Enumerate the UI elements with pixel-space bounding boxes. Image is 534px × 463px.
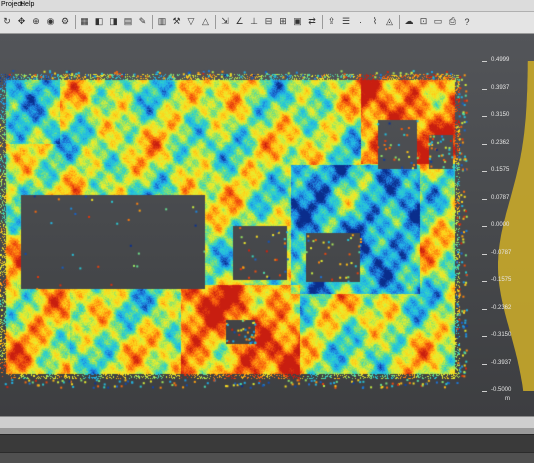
scale-tick-label: 0.0000 [491,222,510,228]
zoom-icon[interactable]: ⊕ [30,15,42,28]
scale-tick-label: 0.4999 [491,57,510,63]
viewport-3d[interactable]: 0.4999 0.3937 0.3150 0.2362 0.1575 0.0787 0.00… [0,34,534,416]
scale-tick-label: -0.2362 [491,304,512,311]
pan-icon[interactable]: ✥ [16,15,28,28]
settings-icon[interactable]: ⚙ [59,15,71,28]
scale-tick-label: -0.1575 [491,277,512,283]
scale-tick-label: 0.0787 [491,194,510,201]
scale-tick-label: 0.1575 [491,167,510,173]
scale-tick-mark [482,391,487,392]
scale-tick-mark [482,116,487,117]
scale-tick-mark [482,363,487,365]
scale-tick-label: 0.3937 [491,84,510,91]
console-panel [0,434,534,453]
angle-icon[interactable]: ∠ [234,15,246,28]
measure-icon[interactable]: △ [200,15,212,28]
scale-tick-label: -0.3937 [491,359,512,366]
cloud-icon[interactable]: ☁ [403,15,415,28]
scale-tick-mark [482,198,487,200]
scale-tick-label: 0.3150 [491,112,510,118]
volume-icon[interactable]: ▣ [292,15,304,28]
table-icon[interactable]: ▤ [122,15,134,28]
edit-icon[interactable]: ✎ [137,15,149,28]
scale-unit: m [505,396,510,402]
profile-icon[interactable]: ⊞ [277,15,289,28]
print-icon[interactable]: ⎙ [447,15,459,28]
scale-tick-label: -0.3150 [491,332,512,338]
view-icon[interactable]: ⊡ [418,15,430,28]
display-icon[interactable]: ◧ [93,15,105,28]
toolbar-separator [399,15,400,29]
toolbar-separator [74,15,76,29]
filter-icon[interactable]: ▽ [185,15,197,28]
layers-icon[interactable]: ▥ [156,15,168,28]
segment-icon[interactable]: ⌇ [369,15,381,28]
mesh-icon[interactable]: ◬ [384,15,396,28]
normal-icon[interactable]: ⊥ [248,15,260,28]
scale-tick-mark [482,281,487,282]
scale-tick-mark [482,336,487,337]
scale-bar-overlay [498,61,534,391]
scale-tick-mark [482,143,487,145]
scale-tick-mark [482,61,487,62]
cross-section-icon[interactable]: ⊟ [263,15,275,28]
color-icon[interactable]: ▦ [79,15,91,28]
scale-tick-label: -0.5000 [491,387,512,393]
scale-tick-mark [482,171,487,172]
scale-tick-mark [482,88,487,90]
status-bar [0,452,534,463]
save-icon[interactable]: ▭ [432,15,444,28]
menu-help[interactable]: Help [20,1,34,8]
export-icon[interactable]: ⇪ [326,15,338,28]
report-icon[interactable]: ☰ [340,15,352,28]
navigate-icon[interactable]: ◉ [45,15,57,28]
help-icon[interactable]: ? [461,15,473,28]
scale-tick-mark [482,226,487,227]
scale-tick-mark [482,308,487,310]
menu-bar: Project Help [0,0,534,12]
toolbar-separator [152,15,153,29]
tool-icon[interactable]: ⚒ [171,15,183,28]
point-icon[interactable]: · [355,15,367,28]
distance-icon[interactable]: ⇲ [219,15,231,28]
toolbar-separator [321,15,323,29]
toolbar-separator [215,15,216,29]
scale-tick-label: 0.2362 [491,139,510,146]
toolbar: ↻ ✥ ⊕ ◉ ⚙ ▦ ◧ ◨ ▤ ✎ ▥ ⚒ ▽ △ ⇲ ∠ ⊥ ⊟ ⊞ ▣ ⇄ ⇪ ☰ · ⌇ ◬ ☁ ⊡ ▭ ⎙? [0,12,534,34]
scale-tick-label: -0.0787 [491,249,512,256]
scrollbar[interactable] [0,416,534,428]
snapshot-icon[interactable]: ◨ [108,15,120,28]
scale-tick-mark [482,253,487,255]
compare-icon[interactable]: ⇄ [306,15,318,28]
rotate-icon[interactable]: ↻ [1,15,13,28]
